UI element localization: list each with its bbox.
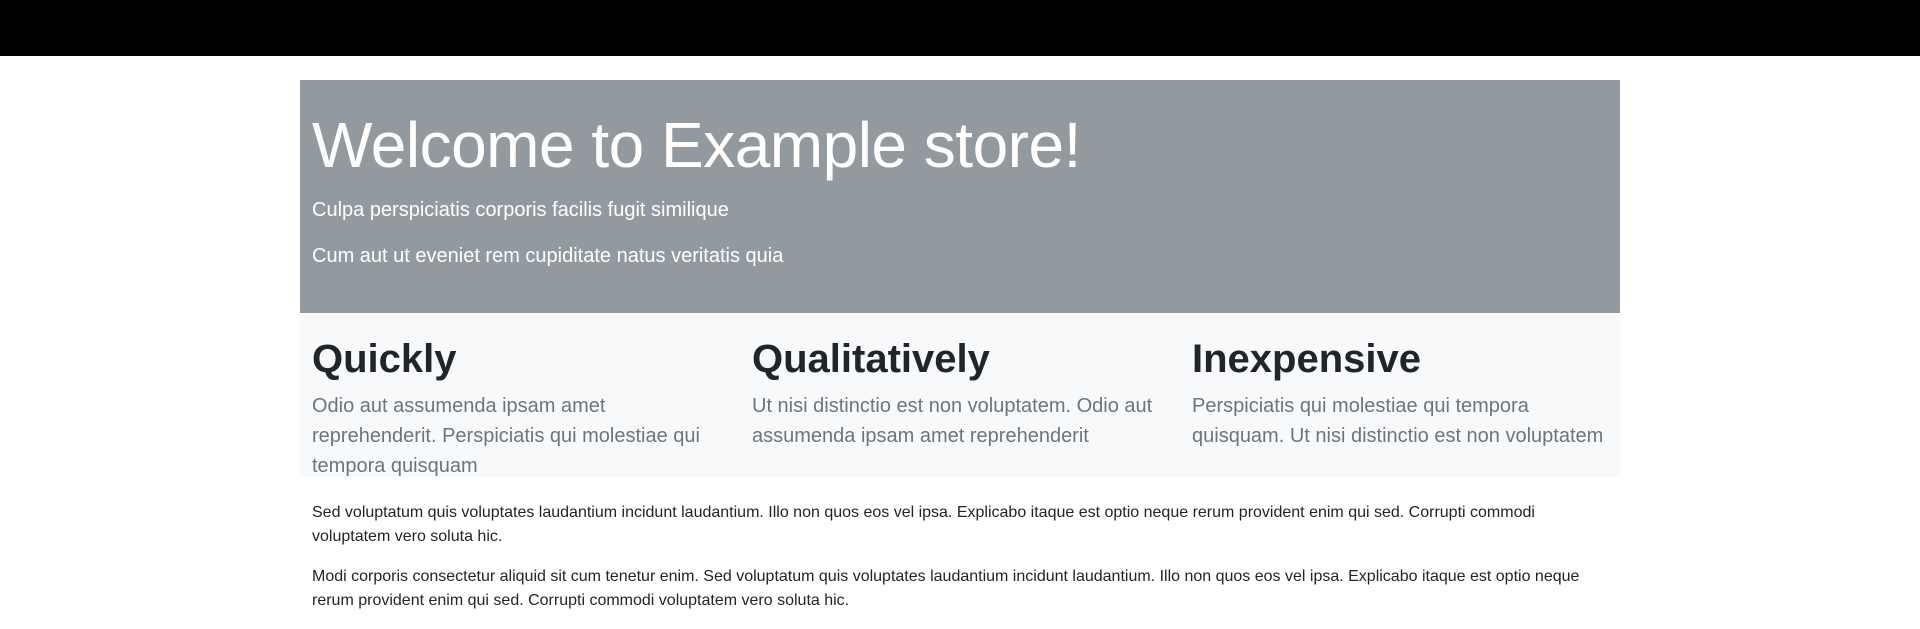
main-container: Welcome to Example store! Culpa perspici…	[300, 80, 1620, 613]
feature-title: Qualitatively	[752, 337, 990, 381]
feature-title: Quickly	[312, 337, 457, 381]
body-paragraph-2: Modi corporis consectetur aliquid sit cu…	[312, 568, 1580, 609]
features-row: Quickly Odio aut assumenda ipsam amet re…	[300, 313, 1620, 477]
feature-title: Inexpensive	[1192, 337, 1422, 381]
body-paragraph-1: Sed voluptatum quis voluptates laudantiu…	[312, 504, 1535, 545]
feature-text: Ut nisi distinctio est non voluptatem. O…	[752, 395, 1153, 447]
hero-banner: Welcome to Example store! Culpa perspici…	[300, 80, 1620, 313]
hero-title: Welcome to Example store!	[312, 109, 1081, 181]
feature-text: Perspiciatis qui molestiae qui tempora q…	[1192, 395, 1604, 447]
feature-quickly: Quickly Odio aut assumenda ipsam amet re…	[312, 313, 752, 477]
hero-subtitle-1: Culpa perspiciatis corporis facilis fugi…	[312, 199, 729, 222]
feature-inexpensive: Inexpensive Perspiciatis qui molestiae q…	[1192, 313, 1632, 477]
top-navbar	[0, 0, 1920, 56]
feature-text: Odio aut assumenda ipsam amet reprehende…	[312, 395, 700, 477]
hero-subtitle-2: Cum aut ut eveniet rem cupiditate natus …	[312, 245, 784, 268]
feature-qualitatively: Qualitatively Ut nisi distinctio est non…	[752, 313, 1192, 477]
body-content: Sed voluptatum quis voluptates laudantiu…	[300, 501, 1620, 613]
